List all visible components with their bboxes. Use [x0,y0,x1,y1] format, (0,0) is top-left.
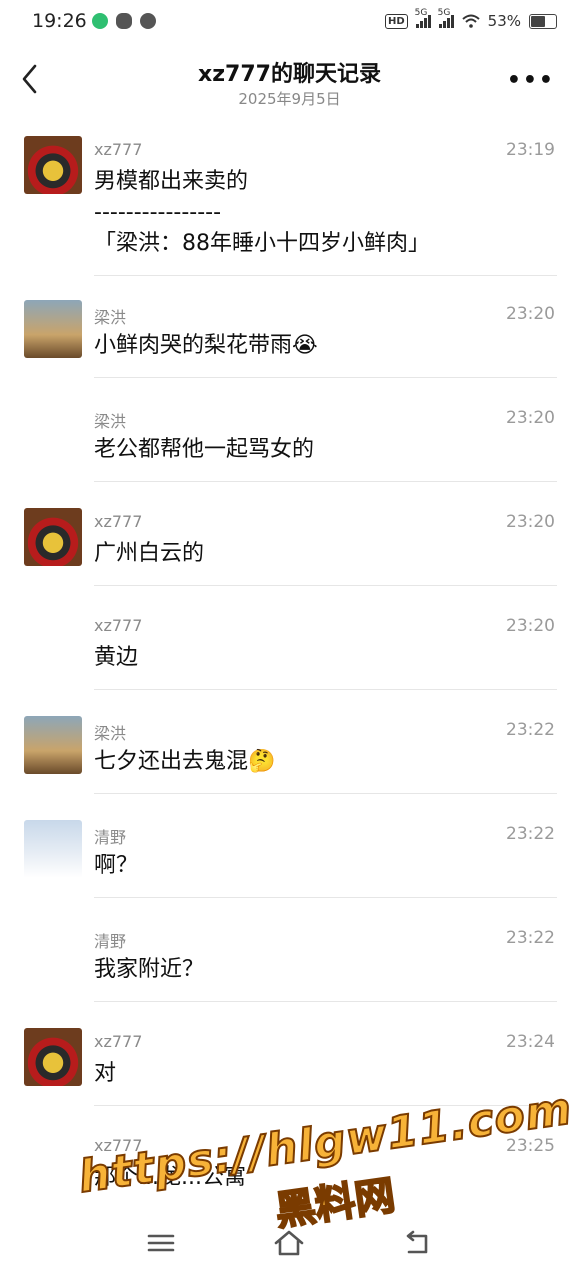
status-bar: 19:26 HD 5G 5G 53% [0,0,579,44]
signal-label: 5G [437,8,451,18]
message-text: 男模都出来卖的 ---------------- 「梁洪：88年睡小十四岁小鲜肉… [94,169,430,256]
divider [94,481,557,482]
system-nav-bar [0,1210,579,1280]
menu-icon[interactable] [144,1226,178,1260]
divider [94,793,557,794]
battery-icon [529,13,557,29]
horse-rider-avatar[interactable] [24,300,82,358]
message-item[interactable]: 梁洪 23:22 七夕还出去鬼混🤔 [0,716,579,794]
signal-label: 5G [414,8,428,18]
message-text: 对 [94,1061,117,1086]
message-time: 23:22 [506,720,555,740]
message-text: 广州白云的 [94,541,205,566]
app-notification-icon [92,13,108,29]
racer-helmet-avatar[interactable] [24,136,82,194]
status-indicators: HD 5G 5G 53% [384,8,557,30]
snow-rider-avatar[interactable] [24,820,82,878]
message-item[interactable]: 梁洪 23:20 老公都帮他一起骂女的 [0,404,579,482]
message-item[interactable]: 梁洪 23:20 小鲜肉哭的梨花带雨😭 [0,300,579,378]
divider [94,1001,557,1002]
message-time: 23:19 [506,140,555,160]
sender-name: 清野 [94,828,127,847]
message-item[interactable]: xz777 23:20 广州白云的 [0,508,579,586]
status-time: 19:26 [32,10,87,32]
page-title: xz777的聊天记录 [198,62,381,87]
message-text: 老公都帮他一起骂女的 [94,437,315,462]
message-time: 23:20 [506,512,555,532]
divider [94,585,557,586]
message-text: 我家附近？ [94,957,205,982]
hd-badge: HD [384,13,408,29]
racer-helmet-avatar[interactable] [24,1028,82,1086]
message-item[interactable]: 清野 23:22 啊？ [0,820,579,898]
message-text: 啊？ [94,853,139,878]
message-text: 七夕还出去鬼混🤔 [94,749,276,774]
page-subtitle-date: 2025年9月5日 [238,90,341,108]
horse-rider-avatar[interactable] [24,716,82,774]
chat-header: xz777的聊天记录 2025年9月5日 ••• [0,44,579,120]
message-item[interactable]: xz777 23:20 黄边 [0,612,579,690]
sender-name: xz777 [94,512,143,531]
sender-name: 清野 [94,932,127,951]
message-item[interactable]: 清野 23:22 我家附近？ [0,924,579,1002]
divider [94,275,557,276]
sender-name: xz777 [94,1032,143,1051]
home-icon[interactable] [272,1226,306,1260]
sender-name: xz777 [94,140,143,159]
signal-icon: 5G [438,8,454,28]
divider [94,689,557,690]
signal-icon: 5G [415,8,431,28]
message-time: 23:20 [506,408,555,428]
wifi-icon [461,14,480,28]
sender-name: xz777 [94,616,143,635]
battery-percent: 53% [487,12,521,30]
message-time: 23:24 [506,1032,555,1052]
message-time: 23:22 [506,928,555,948]
message-item[interactable]: xz777 23:19 男模都出来卖的 ---------------- 「梁洪… [0,136,579,276]
message-time: 23:20 [506,616,555,636]
divider [94,377,557,378]
racer-helmet-avatar[interactable] [24,508,82,566]
wechat-icon [116,13,132,29]
message-time: 23:22 [506,824,555,844]
message-text: 小鲜肉哭的梨花带雨😭 [94,333,318,358]
divider [94,897,557,898]
sender-name: 梁洪 [94,412,127,431]
notification-icons [92,13,156,29]
message-text: 黄边 [94,645,139,670]
back-icon[interactable] [400,1226,434,1260]
sender-name: 梁洪 [94,724,127,743]
more-options-icon[interactable]: ••• [507,68,555,93]
sender-name: 梁洪 [94,308,127,327]
message-icon [140,13,156,29]
message-time: 23:20 [506,304,555,324]
